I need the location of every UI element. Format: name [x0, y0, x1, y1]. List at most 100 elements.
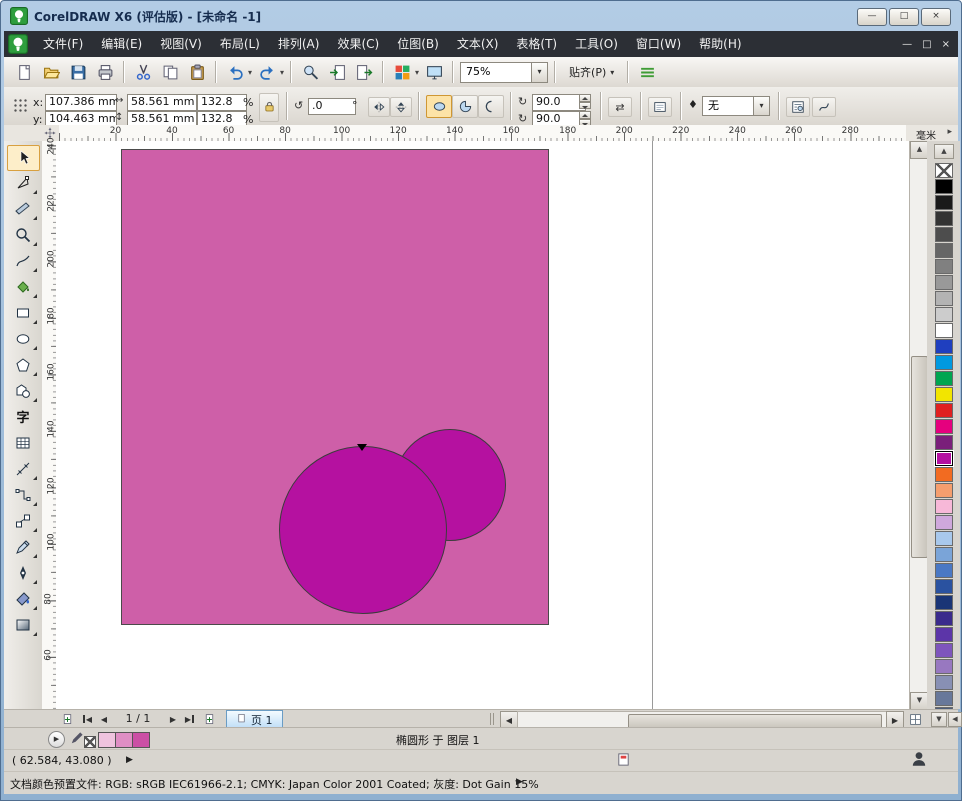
toolbar-import-button[interactable]: [325, 60, 349, 84]
document-navigator-button[interactable]: [907, 711, 923, 727]
palette-scroll-up-button[interactable]: ▲: [934, 144, 954, 159]
palette-swatch[interactable]: [935, 611, 953, 626]
palette-swatch[interactable]: [935, 499, 953, 514]
x-position-field[interactable]: 107.386 mm: [45, 94, 117, 111]
menu-view[interactable]: 视图(V): [151, 37, 211, 51]
palette-swatch[interactable]: [935, 275, 953, 290]
toolbar-options-button[interactable]: [635, 60, 659, 84]
basic-shapes-tool[interactable]: [7, 379, 38, 403]
ellipse-tool[interactable]: [7, 327, 38, 351]
palette-swatch[interactable]: [935, 563, 953, 578]
palette-swatch[interactable]: [935, 467, 953, 482]
fill-tool[interactable]: [7, 587, 38, 611]
previous-page-button[interactable]: ◀: [96, 711, 112, 727]
outline-pen-tool[interactable]: [7, 561, 38, 585]
palette-swatch[interactable]: [935, 339, 953, 354]
palette-swatch[interactable]: [935, 227, 953, 242]
vertical-ruler[interactable]: 2402202001801601401201008060: [42, 141, 57, 709]
mdi-close-button[interactable]: ×: [942, 39, 950, 50]
outline-dropdown-arrow-icon[interactable]: ▾: [753, 97, 769, 115]
menu-effects[interactable]: 效果(C): [328, 37, 388, 51]
mdi-restore-button[interactable]: □: [922, 39, 931, 50]
no-color-swatch[interactable]: [935, 163, 953, 178]
table-tool[interactable]: [7, 431, 38, 455]
palette-swatch[interactable]: [935, 307, 953, 322]
menu-tools[interactable]: 工具(O): [566, 37, 627, 51]
polygon-tool[interactable]: [7, 353, 38, 377]
toolbar-redo-flyout-arrow-icon[interactable]: ▾: [280, 68, 284, 77]
connector-tool[interactable]: [7, 483, 38, 507]
snap-to-dropdown[interactable]: 贴齐(P)▾: [562, 62, 621, 82]
fill-swatch[interactable]: [98, 732, 116, 748]
toolbar-undo-button[interactable]: [223, 60, 247, 84]
interactive-fill-tool[interactable]: [7, 613, 38, 637]
menu-edit[interactable]: 编辑(E): [92, 37, 151, 51]
toolbar-search-content-button[interactable]: [298, 60, 322, 84]
palette-swatch[interactable]: [935, 371, 953, 386]
zoom-tool[interactable]: [7, 223, 38, 247]
palette-swatch[interactable]: [935, 627, 953, 642]
arc-mode-button[interactable]: [478, 95, 504, 118]
add-page-button-2[interactable]: [201, 711, 217, 727]
status-expand-button[interactable]: ▶: [48, 731, 65, 748]
toolbar-application-launcher-flyout-arrow-icon[interactable]: ▾: [415, 68, 419, 77]
palette-swatch[interactable]: [935, 531, 953, 546]
menu-help[interactable]: 帮助(H): [690, 37, 750, 51]
palette-flyout-button[interactable]: ◀: [948, 712, 962, 727]
menu-table[interactable]: 表格(T): [507, 37, 566, 51]
palette-swatch[interactable]: [935, 355, 953, 370]
palette-swatch[interactable]: [935, 291, 953, 306]
blend-tool[interactable]: [7, 509, 38, 533]
ellipse-node-marker[interactable]: [357, 444, 367, 451]
vertical-scrollbar[interactable]: ▲ ▼: [909, 141, 928, 709]
shape-tool[interactable]: [7, 171, 38, 195]
palette-swatch[interactable]: [935, 451, 953, 466]
palette-swatch[interactable]: [935, 179, 953, 194]
zoom-dropdown-arrow-icon[interactable]: ▾: [531, 63, 547, 82]
toolbar-cut-button[interactable]: [131, 60, 155, 84]
toolbar-copy-button[interactable]: [158, 60, 182, 84]
close-button[interactable]: ×: [921, 8, 951, 26]
lock-ratio-button[interactable]: [259, 93, 279, 122]
add-page-button[interactable]: [59, 711, 75, 727]
palette-swatch[interactable]: [935, 515, 953, 530]
palette-swatch[interactable]: [935, 403, 953, 418]
next-page-button[interactable]: ▶: [165, 711, 181, 727]
zoom-level-combo[interactable]: 75%▾: [460, 62, 548, 83]
object-position-grid-icon[interactable]: [13, 98, 29, 114]
pie-mode-button[interactable]: [452, 95, 478, 118]
dimension-tool[interactable]: [7, 457, 38, 481]
menu-bitmaps[interactable]: 位图(B): [388, 37, 448, 51]
palette-swatch[interactable]: [935, 323, 953, 338]
end-angle-spinner[interactable]: [579, 111, 591, 126]
palette-swatch[interactable]: [935, 435, 953, 450]
convert-to-curves-button[interactable]: [648, 97, 672, 117]
rectangle-tool[interactable]: [7, 301, 38, 325]
mirror-horizontal-button[interactable]: [368, 97, 390, 117]
toolbar-open-button[interactable]: [39, 60, 63, 84]
rotation-angle-field[interactable]: .0: [308, 98, 356, 115]
palette-swatch[interactable]: [935, 259, 953, 274]
palette-scroll-down-button[interactable]: ▼: [931, 712, 947, 727]
minimize-button[interactable]: —: [857, 8, 887, 26]
palette-swatch[interactable]: [935, 659, 953, 674]
palette-swatch[interactable]: [935, 675, 953, 690]
text-tool[interactable]: 字: [7, 405, 38, 429]
fill-swatch[interactable]: [115, 732, 133, 748]
start-angle-field[interactable]: 90.0: [532, 94, 586, 111]
mirror-vertical-button[interactable]: [390, 97, 412, 117]
horizontal-ruler[interactable]: 20406080100120140160180200220240260280: [59, 125, 906, 142]
menu-layout[interactable]: 布局(L): [211, 37, 269, 51]
crop-tool[interactable]: [7, 197, 38, 221]
palette-swatch[interactable]: [935, 483, 953, 498]
coords-expand-button[interactable]: ▶: [126, 755, 133, 765]
palette-swatch[interactable]: [935, 243, 953, 258]
palette-swatch[interactable]: [935, 595, 953, 610]
palette-swatch[interactable]: [935, 579, 953, 594]
toolbar-welcome-screen-button[interactable]: [422, 60, 446, 84]
menu-file[interactable]: 文件(F): [34, 37, 92, 51]
freehand-tool[interactable]: [7, 249, 38, 273]
ruler-options-button[interactable]: ▸: [947, 127, 952, 137]
scale-x-field[interactable]: 132.8: [197, 94, 247, 111]
toolbar-undo-flyout-arrow-icon[interactable]: ▾: [248, 68, 252, 77]
